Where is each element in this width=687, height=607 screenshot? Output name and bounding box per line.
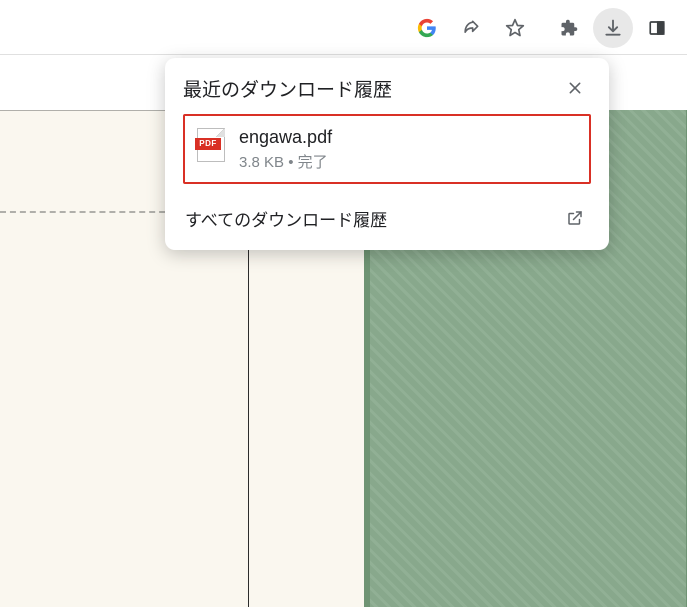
downloads-popup-title: 最近のダウンロード履歴 xyxy=(183,75,392,102)
all-downloads-link[interactable]: すべてのダウンロード履歴 xyxy=(185,206,387,231)
downloads-popup-header: 最近のダウンロード履歴 xyxy=(183,72,591,104)
download-filename: engawa.pdf xyxy=(239,126,332,149)
pdf-badge-label: PDF xyxy=(195,138,221,150)
download-item[interactable]: PDF engawa.pdf 3.8 KB • 完了 xyxy=(183,114,591,184)
pdf-file-icon: PDF xyxy=(197,128,225,162)
downloads-popup: 最近のダウンロード履歴 PDF engawa.pdf 3.8 KB • 完了 す… xyxy=(165,58,609,250)
open-external-icon[interactable] xyxy=(561,204,589,232)
toolbar-icon-row xyxy=(405,0,687,55)
share-icon[interactable] xyxy=(451,8,491,48)
download-separator: • xyxy=(284,154,298,171)
download-state: 完了 xyxy=(298,154,328,171)
downloads-popup-footer: すべてのダウンロード履歴 xyxy=(183,198,591,240)
download-status-line: 3.8 KB • 完了 xyxy=(239,151,332,172)
download-size: 3.8 KB xyxy=(239,154,284,171)
extensions-icon[interactable] xyxy=(549,8,589,48)
google-account-icon[interactable] xyxy=(407,8,447,48)
close-button[interactable] xyxy=(559,72,591,104)
downloads-icon[interactable] xyxy=(593,8,633,48)
browser-toolbar xyxy=(0,0,687,55)
bookmark-star-icon[interactable] xyxy=(495,8,535,48)
sidepanel-icon[interactable] xyxy=(637,8,677,48)
download-item-text: engawa.pdf 3.8 KB • 完了 xyxy=(239,126,332,172)
